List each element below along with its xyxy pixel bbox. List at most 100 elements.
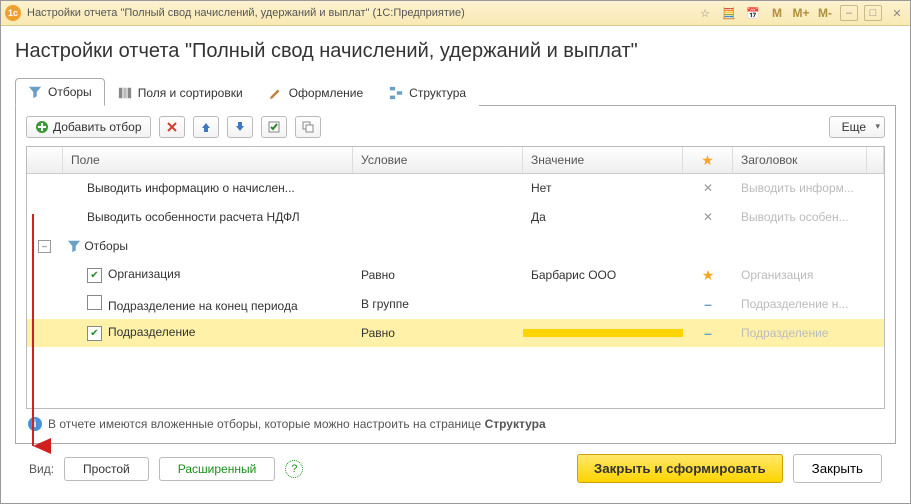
toolbar: Добавить отбор Еще <box>26 116 885 138</box>
star-icon: ★ <box>701 152 714 169</box>
tab-fields[interactable]: Поля и сортировки <box>105 78 256 106</box>
more-button[interactable]: Еще <box>829 116 885 138</box>
copy-icon <box>302 121 314 133</box>
cell-value <box>523 300 683 308</box>
cell-cond <box>353 184 523 192</box>
titlebar: 1c Настройки отчета "Полный свод начисле… <box>1 1 910 26</box>
filters-grid: Поле Условие Значение ★ Заголовок Выводи… <box>26 146 885 409</box>
cell-title: Подразделение н... <box>733 293 884 315</box>
col-value[interactable]: Значение <box>523 147 683 173</box>
app-icon: 1c <box>5 5 21 21</box>
check-icon <box>268 121 280 133</box>
help-icon[interactable]: ? <box>285 460 303 478</box>
checkbox-icon[interactable]: ✔ <box>87 326 102 341</box>
cell-field: Выводить информацию о начислен... <box>63 177 353 199</box>
cell-field: Выводить особенности расчета НДФЛ <box>63 206 353 228</box>
table-row-selected[interactable]: ✔Подразделение Равно – Подразделение <box>27 319 884 348</box>
cell-value: Барбарис ООО <box>523 264 683 286</box>
table-row[interactable]: Выводить информацию о начислен... Нет ✕ … <box>27 174 884 203</box>
cell-field: Отборы <box>63 235 353 258</box>
content: Настройки отчета "Полный свод начислений… <box>1 26 910 503</box>
x-icon <box>166 121 178 133</box>
cell-value: Нет <box>523 177 683 199</box>
tab-label: Оформление <box>289 86 363 100</box>
tab-label: Поля и сортировки <box>138 86 243 100</box>
cell-field: ✔Подразделение <box>63 321 353 346</box>
tab-label: Структура <box>409 86 466 100</box>
cell-title: Выводить информ... <box>733 177 884 199</box>
cell-title: Выводить особен... <box>733 206 884 228</box>
star-icon[interactable]: ★ <box>702 267 715 283</box>
button-label: Еще <box>842 120 866 134</box>
tab-panel: Добавить отбор Еще Поле Условие Значение… <box>15 106 896 444</box>
tabs: Отборы Поля и сортировки Оформление Стру… <box>15 77 896 106</box>
col-field[interactable]: Поле <box>63 147 353 173</box>
calc-icon[interactable]: 🧮 <box>720 5 738 21</box>
col-condition[interactable]: Условие <box>353 147 523 173</box>
table-row[interactable]: Выводить особенности расчета НДФЛ Да ✕ В… <box>27 203 884 232</box>
minimize-icon[interactable]: – <box>840 5 858 21</box>
info-text: В отчете имеются вложенные отборы, котор… <box>48 417 546 431</box>
cell-cond <box>353 213 523 221</box>
view-label: Вид: <box>29 462 54 476</box>
maximize-icon[interactable]: □ <box>864 5 882 21</box>
favorite-icon[interactable]: ☆ <box>696 5 714 21</box>
table-row[interactable]: Подразделение на конец периода В группе … <box>27 290 884 319</box>
tab-appearance[interactable]: Оформление <box>256 78 376 106</box>
move-up-button[interactable] <box>193 116 219 138</box>
cell-value[interactable] <box>523 329 683 337</box>
calendar-icon[interactable]: 📅 <box>744 5 762 21</box>
checkbox-icon[interactable]: ✔ <box>87 268 102 283</box>
apply-close-button[interactable]: Закрыть и сформировать <box>577 454 783 483</box>
add-filter-button[interactable]: Добавить отбор <box>26 116 151 138</box>
cell-field: Подразделение на конец периода <box>63 291 353 317</box>
cell-cond: В группе <box>353 293 523 315</box>
tab-structure[interactable]: Структура <box>376 78 479 106</box>
col-star[interactable]: ★ <box>683 147 733 173</box>
check-all-button[interactable] <box>261 116 287 138</box>
titlebar-controls: ☆ 🧮 📅 M M+ M- – □ ✕ <box>696 5 906 21</box>
tab-filters[interactable]: Отборы <box>15 78 105 106</box>
grid-header: Поле Условие Значение ★ Заголовок <box>27 147 884 174</box>
checkbox-icon[interactable] <box>87 295 102 310</box>
cell-title: Организация <box>733 264 884 286</box>
info-icon: i <box>28 417 42 431</box>
dash-icon[interactable]: – <box>704 296 712 312</box>
cell-cond: Равно <box>353 322 523 344</box>
cell-value: Да <box>523 206 683 228</box>
table-row[interactable]: ✔Организация Равно Барбарис ООО ★ Органи… <box>27 261 884 290</box>
cell-field: ✔Организация <box>63 263 353 288</box>
arrow-up-icon <box>200 121 212 133</box>
disabled-icon: ✕ <box>703 210 713 224</box>
move-down-button[interactable] <box>227 116 253 138</box>
collapse-icon[interactable]: – <box>38 240 51 253</box>
tab-label: Отборы <box>48 85 92 99</box>
mem-mplus[interactable]: M+ <box>792 5 810 21</box>
funnel-icon <box>28 85 42 99</box>
col-title[interactable]: Заголовок <box>733 147 867 173</box>
dash-icon[interactable]: – <box>704 325 712 341</box>
tree-icon <box>389 86 403 100</box>
cell-cond: Равно <box>353 264 523 286</box>
page-title: Настройки отчета "Полный свод начислений… <box>15 40 896 63</box>
close-button[interactable]: Закрыть <box>793 454 882 483</box>
table-row-group[interactable]: – Отборы <box>27 232 884 261</box>
col-pad <box>867 147 884 173</box>
window-title: Настройки отчета "Полный свод начислений… <box>27 7 696 19</box>
copy-button[interactable] <box>295 116 321 138</box>
plus-icon <box>35 120 49 134</box>
grid-body[interactable]: Выводить информацию о начислен... Нет ✕ … <box>27 174 884 408</box>
mem-mminus[interactable]: M- <box>816 5 834 21</box>
delete-button[interactable] <box>159 116 185 138</box>
footer: Вид: Простой Расширенный ? Закрыть и сфо… <box>15 444 896 495</box>
mem-m[interactable]: M <box>768 5 786 21</box>
view-simple-button[interactable]: Простой <box>64 457 149 481</box>
col-expand <box>27 147 63 173</box>
view-advanced-button[interactable]: Расширенный <box>159 457 276 481</box>
columns-icon <box>118 86 132 100</box>
close-window-icon[interactable]: ✕ <box>888 5 906 21</box>
arrow-down-icon <box>234 121 246 133</box>
funnel-icon <box>67 239 81 253</box>
window: 1c Настройки отчета "Полный свод начисле… <box>0 0 911 504</box>
disabled-icon: ✕ <box>703 181 713 195</box>
